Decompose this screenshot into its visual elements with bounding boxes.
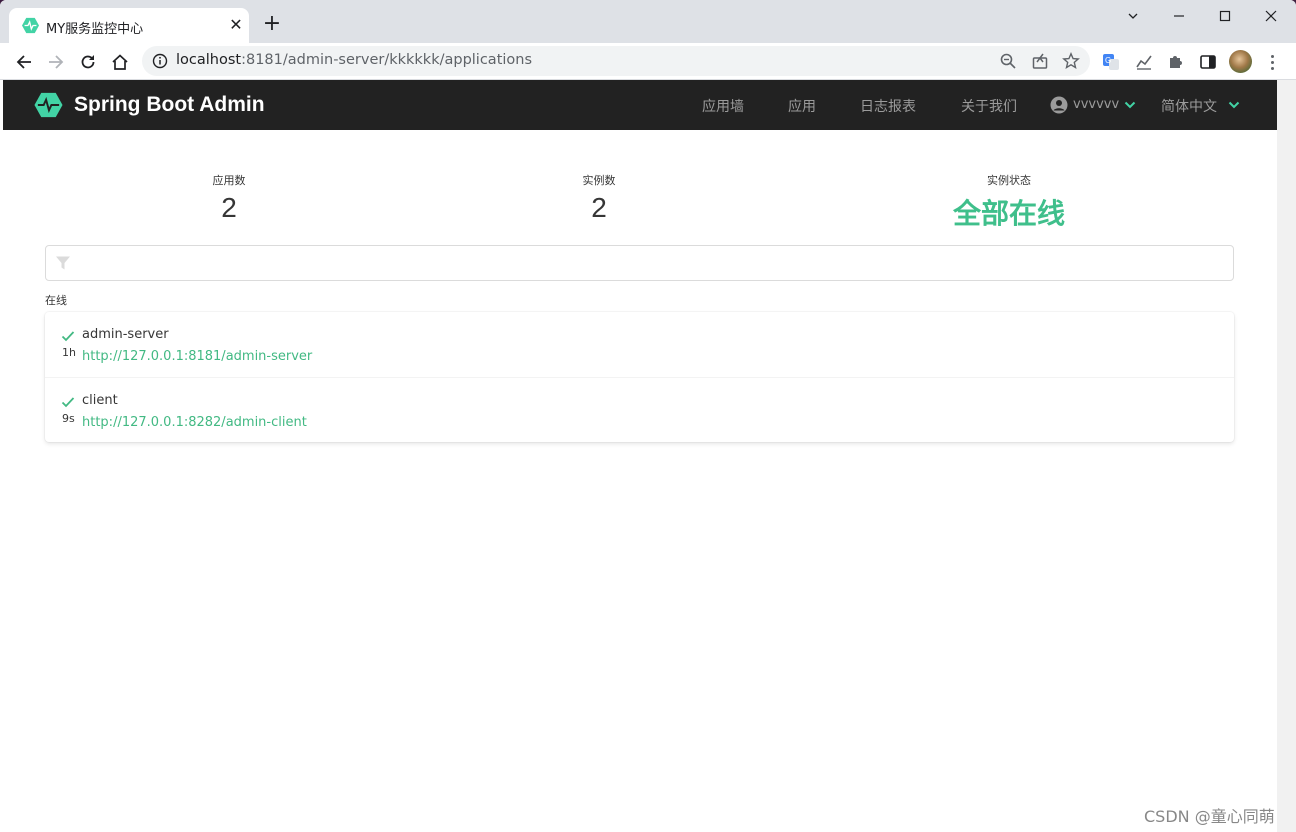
application-row[interactable]: 1h admin-server http://127.0.0.1:8181/ad…: [45, 312, 1234, 377]
spring-boot-admin-favicon-icon: [22, 17, 39, 34]
filter-input[interactable]: [82, 252, 1222, 274]
home-icon[interactable]: [106, 48, 134, 76]
application-name[interactable]: admin-server: [82, 327, 169, 342]
stat-instances-label: 实例数: [582, 174, 616, 187]
nav-applications[interactable]: 应用: [788, 96, 816, 116]
user-menu[interactable]: vvvvvv: [1073, 97, 1119, 112]
svg-text:G: G: [1105, 56, 1111, 65]
app-navbar: Spring Boot Admin 应用墙 应用 日志报表 关于我们 vvvvv…: [3, 80, 1277, 130]
status-up-check-icon: [61, 331, 75, 342]
spring-boot-admin-logo-icon[interactable]: [34, 92, 63, 118]
nav-journal[interactable]: 日志报表: [860, 96, 916, 116]
stat-applications-value: 2: [221, 192, 237, 223]
forward-arrow-icon[interactable]: [42, 48, 70, 76]
chevron-down-icon[interactable]: [1124, 100, 1136, 110]
side-panel-icon[interactable]: [1198, 52, 1218, 72]
application-uptime: 1h: [62, 346, 76, 359]
tab-search-icon[interactable]: [1110, 4, 1156, 30]
filter-box[interactable]: [45, 245, 1234, 281]
share-icon[interactable]: [1031, 52, 1049, 70]
application-name[interactable]: client: [82, 393, 118, 408]
watermark-text: CSDN @童心同萌: [1144, 807, 1275, 826]
extensions-puzzle-icon[interactable]: [1166, 52, 1186, 72]
maximize-icon[interactable]: [1202, 4, 1248, 30]
minimize-icon[interactable]: [1156, 4, 1202, 30]
application-url-link[interactable]: http://127.0.0.1:8181/admin-server: [82, 349, 312, 364]
zoom-icon[interactable]: [999, 52, 1017, 70]
address-bar[interactable]: localhost:8181/admin-server/kkkkkk/appli…: [142, 46, 1090, 76]
translate-extension-icon[interactable]: G: [1101, 52, 1121, 72]
filter-icon: [56, 256, 70, 270]
status-group-label: 在线: [45, 294, 67, 307]
stat-applications-label: 应用数: [212, 174, 246, 187]
language-selector[interactable]: 简体中文: [1161, 96, 1217, 116]
nav-wallboard[interactable]: 应用墙: [702, 96, 744, 116]
site-info-icon[interactable]: [152, 53, 168, 69]
reload-icon[interactable]: [74, 48, 102, 76]
status-up-check-icon: [61, 397, 75, 408]
application-row[interactable]: 9s client http://127.0.0.1:8282/admin-cl…: [45, 377, 1234, 442]
application-list: 1h admin-server http://127.0.0.1:8181/ad…: [45, 312, 1234, 442]
stat-instances: 实例数 2: [549, 172, 649, 224]
chevron-down-icon[interactable]: [1228, 100, 1240, 110]
tab-close-icon[interactable]: ✕: [227, 16, 245, 34]
page-content: Spring Boot Admin 应用墙 应用 日志报表 关于我们 vvvvv…: [3, 80, 1277, 832]
nav-about[interactable]: 关于我们: [961, 96, 1017, 116]
stat-status-label: 实例状态: [987, 174, 1031, 187]
stat-status-value: 全部在线: [952, 198, 1065, 229]
application-url-link[interactable]: http://127.0.0.1:8282/admin-client: [82, 415, 307, 430]
user-circle-icon: [1050, 96, 1068, 114]
browser-menu-icon[interactable]: [1263, 52, 1281, 72]
tab-strip: MY服务监控中心 ✕ +: [0, 0, 1296, 43]
new-tab-button[interactable]: +: [261, 13, 283, 35]
back-arrow-icon[interactable]: [10, 48, 38, 76]
url-host: localhost: [176, 52, 242, 68]
browser-tab[interactable]: MY服务监控中心 ✕: [9, 8, 249, 43]
browser-toolbar: localhost:8181/admin-server/kkkkkk/appli…: [0, 43, 1296, 80]
close-window-icon[interactable]: [1248, 4, 1294, 30]
stat-instance-status: 实例状态 全部在线: [929, 172, 1089, 232]
chart-extension-icon[interactable]: [1134, 52, 1154, 72]
stat-instances-value: 2: [591, 192, 607, 223]
brand-name[interactable]: Spring Boot Admin: [74, 93, 265, 117]
stat-applications: 应用数 2: [179, 172, 279, 224]
url-text[interactable]: localhost:8181/admin-server/kkkkkk/appli…: [176, 52, 532, 68]
bookmark-star-icon[interactable]: [1062, 52, 1080, 70]
url-path: :8181/admin-server/kkkkkk/applications: [241, 52, 533, 68]
browser-window: MY服务监控中心 ✕ + localhost:8181/admin-server…: [0, 0, 1296, 832]
profile-avatar[interactable]: [1229, 50, 1252, 73]
page-scrollbar[interactable]: [1277, 80, 1296, 832]
tab-title: MY服务监控中心: [46, 22, 144, 37]
application-uptime: 9s: [62, 412, 75, 425]
